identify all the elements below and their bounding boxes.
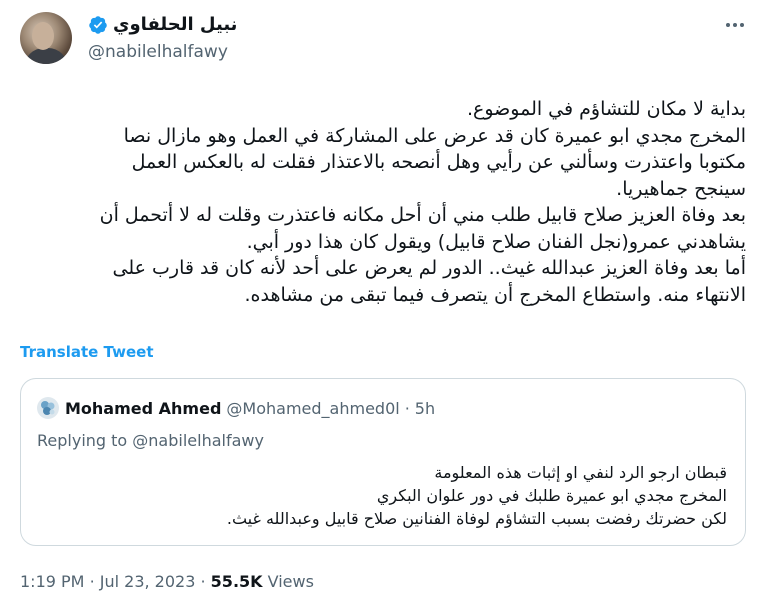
- quoted-tweet-text: قبطان ارجو الرد لنفي او إثبات هذه المعلو…: [47, 461, 727, 530]
- quoted-tweet-time[interactable]: 5h: [415, 399, 435, 418]
- translate-tweet-link[interactable]: Translate Tweet: [20, 343, 154, 361]
- views-count: 55.5K: [210, 572, 263, 591]
- quoted-author-handle[interactable]: @Mohamed_ahmed0l: [226, 399, 399, 418]
- tweet-line: بداية لا مكان للتشاؤم في الموضوع.: [466, 98, 746, 120]
- tweet-text: بداية لا مكان للتشاؤم في الموضوع. المخرج…: [16, 96, 746, 308]
- tweet-meta: 1:19 PM · Jul 23, 2023 · 55.5K Views: [20, 572, 314, 591]
- quoted-line: المخرج مجدي ابو عميرة طلبك في دور علوان …: [376, 486, 727, 505]
- quoted-tweet-header: Mohamed Ahmed @Mohamed_ahmed0l · 5h: [37, 397, 435, 419]
- verified-badge-icon: [89, 15, 107, 34]
- tweet-line: مكتوبا واعتذرت وسألني عن رأيي وهل أنصحه …: [131, 151, 746, 173]
- tweet-line: المخرج مجدي ابو عميرة كان قد عرض على الم…: [123, 124, 746, 147]
- separator-dot: ·: [89, 572, 95, 591]
- author-name-row: نبيل الحلفاوي: [88, 14, 237, 35]
- tweet-line: الانتهاء منه. واستطاع المخرج أن يتصرف في…: [244, 283, 746, 306]
- author-name[interactable]: نبيل الحلفاوي: [113, 14, 237, 35]
- tweet-line: يشاهدني عمرو(نجل الفنان صلاح قابيل) ويقو…: [246, 230, 746, 253]
- separator-dot: ·: [404, 398, 410, 418]
- more-options-icon[interactable]: [720, 14, 750, 36]
- tweet-line: أما بعد وفاة العزيز عبدالله غيث.. الدور …: [112, 257, 747, 279]
- views-label: Views: [267, 572, 314, 591]
- separator-dot: ·: [200, 572, 206, 591]
- avatar-shirt: [24, 48, 68, 64]
- quoted-line: لكن حضرتك رفضت بسبب التشاؤم لوفاة الفنان…: [226, 509, 727, 528]
- flower-avatar-icon: [41, 401, 55, 415]
- quoted-author-name[interactable]: Mohamed Ahmed: [65, 399, 221, 418]
- author-handle[interactable]: @nabilelhalfawy: [88, 42, 228, 62]
- tweet-line: بعد وفاة العزيز صلاح قابيل طلب مني أن أح…: [99, 204, 746, 226]
- quoted-line: قبطان ارجو الرد لنفي او إثبات هذه المعلو…: [434, 463, 727, 482]
- replying-to[interactable]: Replying to @nabilelhalfawy: [37, 431, 264, 450]
- tweet-line: سينجح جماهيريا.: [616, 177, 746, 200]
- author-avatar[interactable]: [20, 12, 72, 64]
- tweet-date[interactable]: Jul 23, 2023: [100, 572, 196, 591]
- quoted-tweet[interactable]: Mohamed Ahmed @Mohamed_ahmed0l · 5h Repl…: [20, 378, 746, 546]
- tweet-time[interactable]: 1:19 PM: [20, 572, 84, 591]
- quoted-author-avatar[interactable]: [37, 397, 59, 419]
- avatar-face: [32, 22, 54, 50]
